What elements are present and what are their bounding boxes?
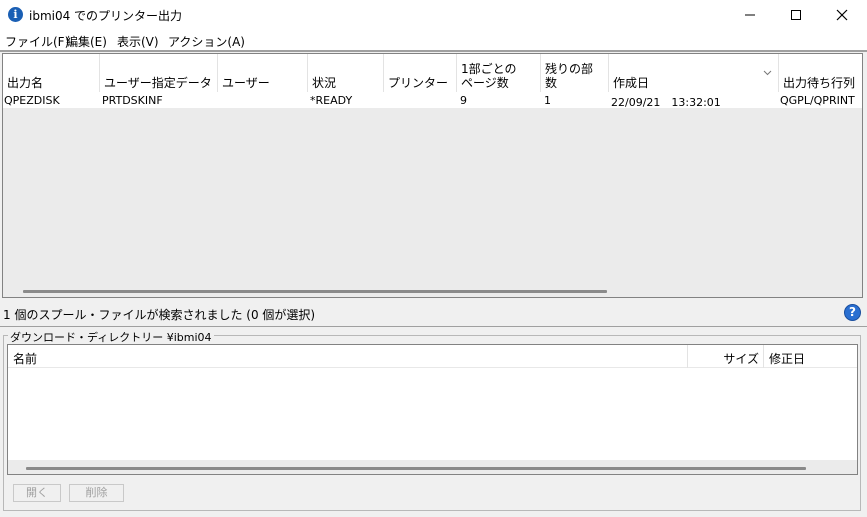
chevron-down-icon [763, 70, 772, 76]
cell-user-data: PRTDSKINF [102, 94, 163, 107]
menu-bar: ファイル(F) 編集(E) 表示(V) アクション(A) [0, 30, 867, 50]
column-header-pages[interactable]: 1部ごとの ページ数 [457, 54, 541, 92]
column-header-modified[interactable]: 修正日 [764, 345, 857, 368]
column-header-output-name[interactable]: 出力名 [3, 54, 100, 92]
table-row[interactable]: QPEZDISK PRTDSKINF *READY 9 1 22/09/21 1… [3, 92, 862, 109]
app-info-icon: i [8, 7, 23, 22]
open-button[interactable]: 開く [13, 484, 61, 502]
cell-status: *READY [310, 94, 353, 107]
column-header-copies-left[interactable]: 残りの部 数 [541, 54, 609, 92]
menu-action[interactable]: アクション(A) [168, 33, 245, 50]
minimize-icon [745, 14, 755, 16]
download-directory-label: ダウンロード・ディレクトリー ¥ibmi04 [8, 329, 214, 345]
spool-file-table[interactable]: 出力名 ユーザー指定データ ユーザー 状況 プリンター 1部ごとの ページ数 残… [2, 53, 863, 298]
table-header: 出力名 ユーザー指定データ ユーザー 状況 プリンター 1部ごとの ページ数 残… [3, 54, 862, 92]
column-header-user[interactable]: ユーザー [218, 54, 308, 92]
column-header-size[interactable]: サイズ [688, 345, 764, 368]
horizontal-scrollbar[interactable] [23, 290, 607, 293]
minimize-button[interactable] [727, 0, 773, 30]
column-header-queue[interactable]: 出力待ち行列 [779, 54, 862, 92]
close-button[interactable] [819, 0, 865, 30]
close-icon [836, 9, 848, 21]
column-header-created[interactable]: 作成日 [609, 54, 779, 92]
list-body[interactable] [8, 368, 857, 460]
cell-output-name: QPEZDISK [4, 94, 60, 107]
cell-pages: 9 [460, 94, 467, 107]
menu-separator [0, 50, 867, 52]
status-text: 1 個のスプール・ファイルが検索されました (0 個が選択) [3, 308, 316, 322]
panel-separator [0, 326, 867, 327]
title-bar: i ibmi04 でのプリンター出力 [0, 0, 867, 30]
menu-edit[interactable]: 編集(E) [66, 33, 107, 50]
column-header-name[interactable]: 名前 [8, 345, 688, 368]
list-horizontal-scrollbar[interactable] [26, 467, 806, 470]
column-header-status[interactable]: 状況 [308, 54, 384, 92]
menu-file[interactable]: ファイル(F) [5, 33, 69, 50]
menu-view[interactable]: 表示(V) [117, 33, 159, 50]
cell-queue: QGPL/QPRINT [780, 94, 855, 107]
download-file-list[interactable]: 名前 サイズ 修正日 [7, 344, 858, 475]
maximize-button[interactable] [773, 0, 819, 30]
window-title: ibmi04 でのプリンター出力 [29, 9, 183, 23]
column-header-user-data[interactable]: ユーザー指定データ [100, 54, 218, 92]
maximize-icon [791, 10, 801, 20]
list-header: 名前 サイズ 修正日 [8, 345, 857, 368]
cell-copies-left: 1 [544, 94, 551, 107]
help-icon[interactable]: ? [844, 304, 861, 321]
cell-created: 22/09/21 13:32:01 [611, 96, 721, 109]
delete-button[interactable]: 削除 [69, 484, 124, 502]
column-header-printer[interactable]: プリンター [384, 54, 457, 92]
